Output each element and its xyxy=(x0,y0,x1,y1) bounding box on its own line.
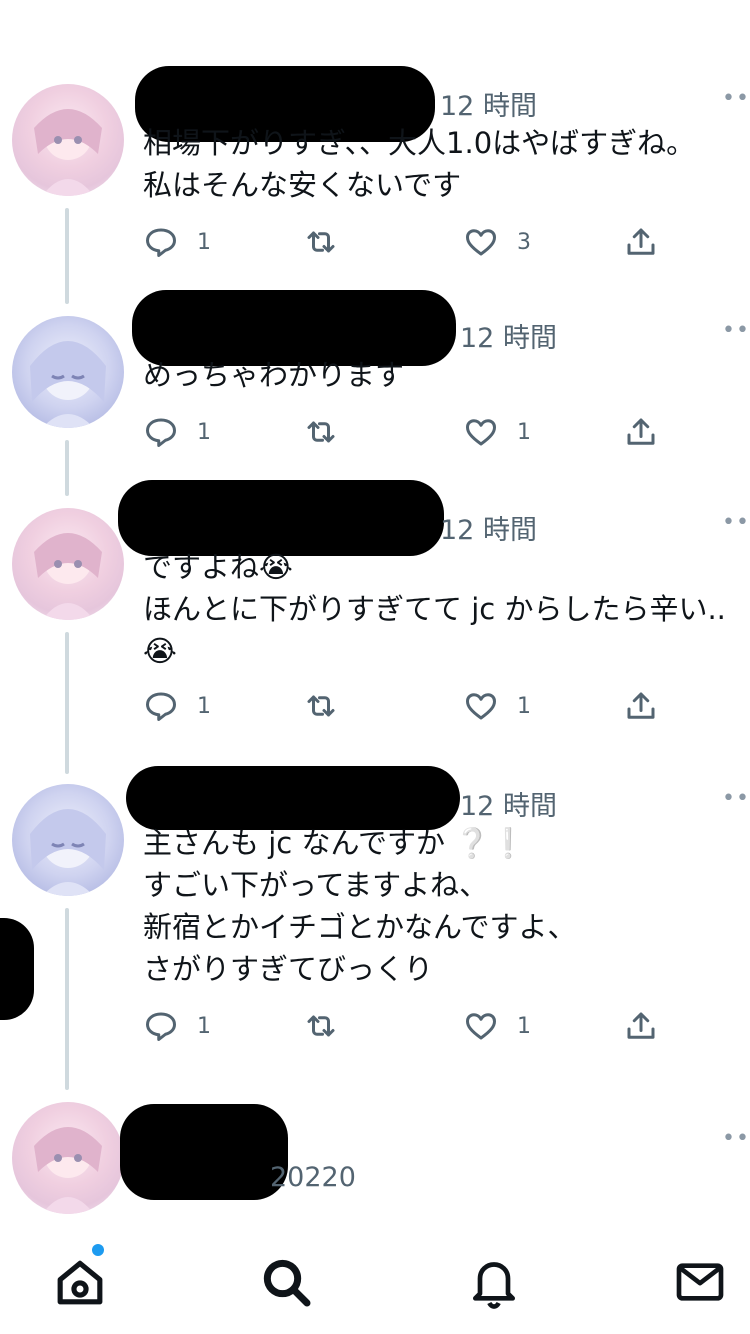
tweet-actions: 1 1 xyxy=(143,1004,683,1048)
share-icon xyxy=(627,228,655,255)
partial-text: 20220 xyxy=(270,1162,356,1193)
timestamp: 12 時間 xyxy=(440,91,537,122)
notifications-tab[interactable] xyxy=(466,1254,522,1310)
more-options-icon[interactable]: •• xyxy=(722,86,750,111)
home-icon xyxy=(57,1260,103,1305)
redacted-username xyxy=(118,480,444,556)
bottom-tab-bar xyxy=(0,1224,750,1334)
avatar[interactable] xyxy=(12,508,124,620)
redacted-username xyxy=(126,766,460,830)
retweet-button[interactable] xyxy=(303,1004,339,1048)
timestamp: 12 時間 xyxy=(440,515,537,546)
reply-icon xyxy=(146,228,176,257)
more-options-icon[interactable]: •• xyxy=(722,510,750,535)
tweet-text: ですよね😭 ほんとに下がりすぎてて jc からしたら辛い.. 😭 xyxy=(143,550,726,668)
redacted-username xyxy=(120,1104,288,1200)
retweet-icon xyxy=(307,231,335,253)
thread-line xyxy=(65,440,69,496)
more-options-icon[interactable]: •• xyxy=(722,1126,750,1151)
reply-icon xyxy=(146,692,176,721)
share-icon xyxy=(627,692,655,719)
like-button[interactable]: 1 xyxy=(463,684,531,728)
share-icon xyxy=(627,1012,655,1039)
heart-icon xyxy=(466,693,496,720)
like-count: 3 xyxy=(517,229,531,255)
home-tab[interactable] xyxy=(52,1254,108,1310)
retweet-button[interactable] xyxy=(303,220,339,264)
redaction-mark xyxy=(0,918,34,1020)
reply-icon xyxy=(146,1012,176,1041)
mail-icon xyxy=(676,1263,724,1301)
tweet-text: 主さんも jc なんですか ❔❕ すごい下がってますよね、 新宿とかイチゴとかな… xyxy=(143,826,577,986)
retweet-icon xyxy=(307,421,335,443)
reply-count: 1 xyxy=(197,1013,211,1039)
timestamp: 12 時間 xyxy=(460,323,557,354)
more-options-icon[interactable]: •• xyxy=(722,318,750,343)
reply-button[interactable]: 1 xyxy=(143,220,211,264)
like-count: 1 xyxy=(517,693,531,719)
retweet-button[interactable] xyxy=(303,684,339,728)
tweet-text: めっちゃわかります xyxy=(143,358,405,392)
reply-count: 1 xyxy=(197,229,211,255)
thread-line xyxy=(65,908,69,1090)
share-button[interactable] xyxy=(623,220,659,264)
reply-count: 1 xyxy=(197,419,211,445)
share-button[interactable] xyxy=(623,1004,659,1048)
reply-count: 1 xyxy=(197,693,211,719)
share-icon xyxy=(627,418,655,445)
timestamp: 12 時間 xyxy=(460,791,557,822)
retweet-button[interactable] xyxy=(303,410,339,454)
like-button[interactable]: 1 xyxy=(463,1004,531,1048)
avatar[interactable] xyxy=(12,316,124,428)
notification-dot xyxy=(92,1244,104,1256)
like-button[interactable]: 1 xyxy=(463,410,531,454)
tweet-actions: 1 1 xyxy=(143,410,683,454)
avatar[interactable] xyxy=(12,84,124,196)
messages-tab[interactable] xyxy=(672,1254,728,1310)
thread-line xyxy=(65,208,69,304)
heart-icon xyxy=(466,419,496,446)
tweet-actions: 1 1 xyxy=(143,684,683,728)
reply-button[interactable]: 1 xyxy=(143,410,211,454)
tweet-text: 相場下がりすぎ、、大人1.0はやばすぎね。 私はそんな安くないです xyxy=(143,126,696,202)
tweet-actions: 1 3 xyxy=(143,220,683,264)
bell-icon xyxy=(473,1262,515,1309)
share-button[interactable] xyxy=(623,684,659,728)
like-button[interactable]: 3 xyxy=(463,220,531,264)
retweet-icon xyxy=(307,1015,335,1037)
reply-button[interactable]: 1 xyxy=(143,684,211,728)
avatar[interactable] xyxy=(12,784,124,896)
like-count: 1 xyxy=(517,419,531,445)
share-button[interactable] xyxy=(623,410,659,454)
avatar[interactable] xyxy=(12,1102,124,1214)
retweet-icon xyxy=(307,695,335,717)
search-tab[interactable] xyxy=(258,1254,314,1310)
reply-button[interactable]: 1 xyxy=(143,1004,211,1048)
search-icon xyxy=(263,1259,311,1307)
heart-icon xyxy=(466,229,496,256)
like-count: 1 xyxy=(517,1013,531,1039)
more-options-icon[interactable]: •• xyxy=(722,786,750,811)
thread-line xyxy=(65,632,69,774)
reply-icon xyxy=(146,418,176,447)
heart-icon xyxy=(466,1013,496,1040)
